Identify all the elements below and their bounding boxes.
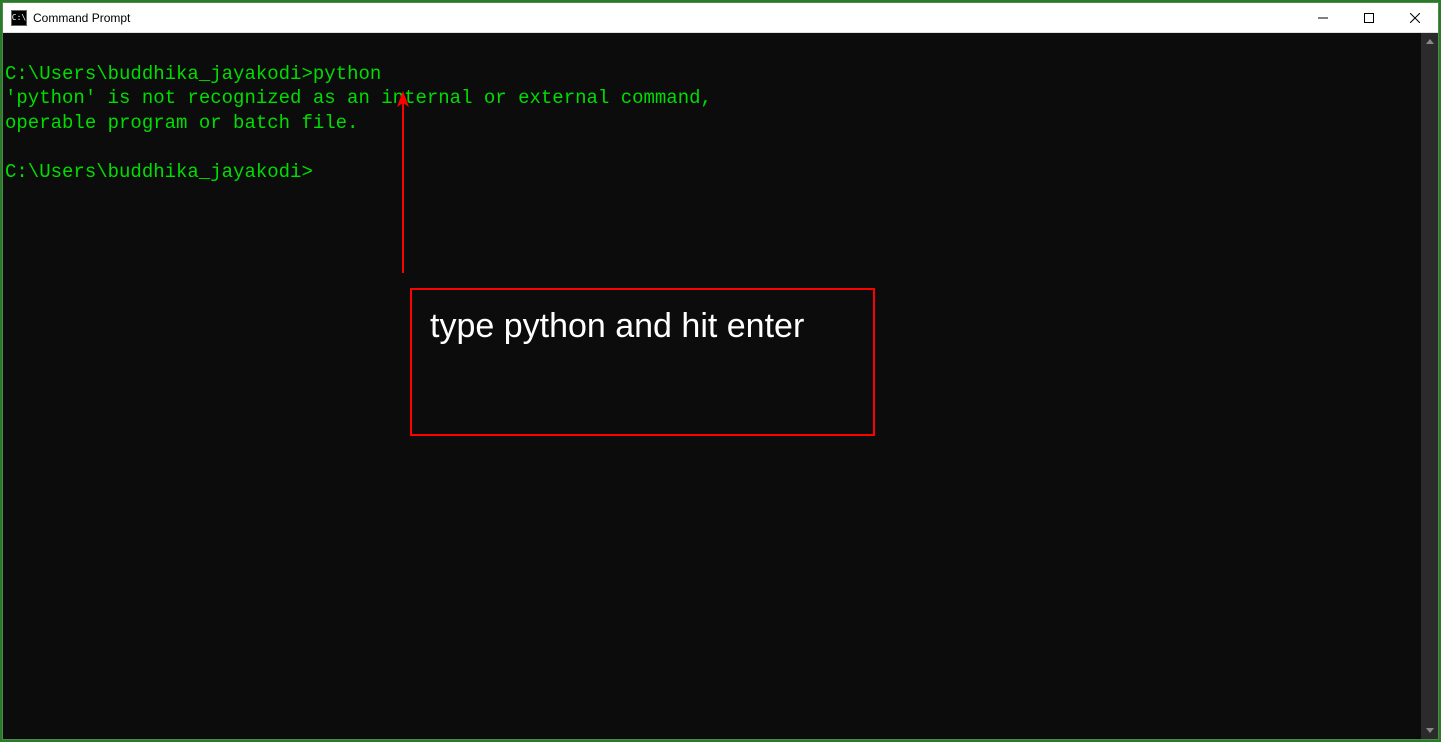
minimize-icon <box>1318 13 1328 23</box>
annotation-text: type python and hit enter <box>430 307 804 345</box>
minimize-button[interactable] <box>1300 3 1346 32</box>
chevron-up-icon <box>1426 39 1434 44</box>
chevron-down-icon <box>1426 728 1434 733</box>
close-button[interactable] <box>1392 3 1438 32</box>
maximize-icon <box>1364 13 1374 23</box>
terminal-blank-line <box>5 37 1419 62</box>
vertical-scrollbar[interactable] <box>1421 33 1438 739</box>
command-prompt-window: C:\ Command Prompt C:\Users\buddhika_jay… <box>2 2 1439 740</box>
terminal-container: C:\Users\buddhika_jayakodi>python 'pytho… <box>3 33 1438 739</box>
maximize-button[interactable] <box>1346 3 1392 32</box>
annotation-text-box: type python and hit enter <box>410 288 875 436</box>
titlebar[interactable]: C:\ Command Prompt <box>3 3 1438 33</box>
app-icon: C:\ <box>11 10 27 26</box>
app-icon-label: C:\ <box>12 13 26 22</box>
window-controls <box>1300 3 1438 32</box>
close-icon <box>1410 13 1420 23</box>
scrollbar-down-button[interactable] <box>1421 722 1438 739</box>
scrollbar-up-button[interactable] <box>1421 33 1438 50</box>
prompt-2: C:\Users\buddhika_jayakodi> <box>5 161 313 183</box>
terminal-line-1: C:\Users\buddhika_jayakodi>python <box>5 62 1419 87</box>
terminal-line-3: operable program or batch file. <box>5 111 1419 136</box>
terminal-blank-line <box>5 136 1419 161</box>
scrollbar-track[interactable] <box>1421 50 1438 722</box>
window-title: Command Prompt <box>33 11 1300 25</box>
terminal-line-2: 'python' is not recognized as an interna… <box>5 86 1419 111</box>
prompt-1: C:\Users\buddhika_jayakodi> <box>5 63 313 85</box>
command-1: python <box>313 63 381 85</box>
terminal[interactable]: C:\Users\buddhika_jayakodi>python 'pytho… <box>3 33 1421 739</box>
terminal-line-5: C:\Users\buddhika_jayakodi> <box>5 160 1419 185</box>
